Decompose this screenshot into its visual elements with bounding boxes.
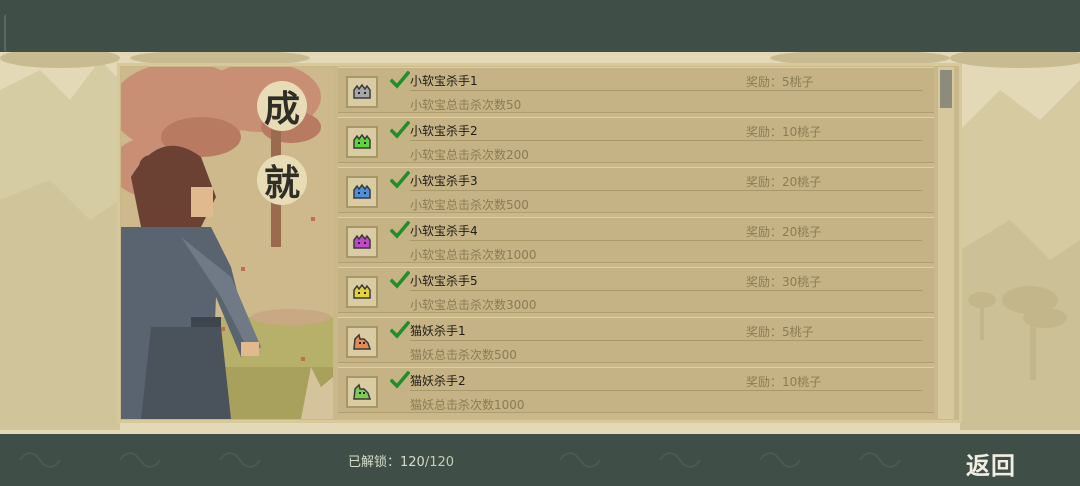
row-divider [410,240,922,241]
achievement-name: 猫妖杀手1 [410,324,466,338]
list-scrollbar[interactable] [938,67,954,419]
slime-yellow-icon [353,283,371,299]
top-bar [0,0,1080,52]
achievement-reward: 奖励：20桃子 [746,175,822,189]
achievement-description: 小软宝总击杀次数1000 [410,248,537,262]
checkmark-icon [390,171,410,189]
achievement-row[interactable]: 猫妖杀手2 奖励：10桃子 猫妖总击杀次数1000 [338,367,934,413]
achievement-description: 小软宝总击杀次数500 [410,198,529,212]
achievement-icon-frame [346,126,378,158]
row-divider [410,340,922,341]
achievement-row[interactable]: 小软宝杀手4 奖励：20桃子 小软宝总击杀次数1000 [338,217,934,263]
checkmark-icon [390,221,410,239]
back-button[interactable]: 返回 [966,446,1016,481]
achievement-icon-frame [346,326,378,358]
achievement-description: 猫妖总击杀次数1000 [410,398,525,412]
achievement-reward: 奖励：5桃子 [746,75,814,89]
achievement-row[interactable]: 小软宝杀手1 奖励：5桃子 小软宝总击杀次数50 [338,67,934,113]
bottom-bar [0,434,1080,486]
achievement-description: 小软宝总击杀次数3000 [410,298,537,312]
slime-green-icon [353,133,371,149]
achievement-row[interactable]: 小软宝杀手5 奖励：30桃子 小软宝总击杀次数3000 [338,267,934,313]
achievement-name: 小软宝杀手4 [410,224,478,238]
row-divider [410,290,922,291]
achievement-name: 小软宝杀手1 [410,74,478,88]
achievement-description: 小软宝总击杀次数200 [410,148,529,162]
slime-purple-icon [353,233,371,249]
unlock-total: 120 [429,455,455,470]
achievement-icon-frame [346,376,378,408]
achievement-icon-frame [346,276,378,308]
row-divider [410,190,922,191]
slime-gray-icon [353,83,371,99]
scrollbar-thumb[interactable] [940,70,952,108]
checkmark-icon [390,121,410,139]
cat-demon-green-icon [353,383,372,400]
checkmark-icon [390,71,410,89]
achievement-reward: 奖励：10桃子 [746,375,822,389]
row-divider [410,90,922,91]
checkmark-icon [390,321,410,339]
cat-demon-orange-icon [353,333,372,350]
achievement-name: 小软宝杀手5 [410,274,478,288]
achievement-name: 猫妖杀手2 [410,374,466,388]
top-bar-edge [4,14,10,52]
achievement-reward: 奖励：20桃子 [746,225,822,239]
checkmark-icon [390,371,410,389]
slime-blue-icon [353,183,371,199]
checkmark-icon [390,271,410,289]
achievement-list[interactable]: 小软宝杀手1 奖励：5桃子 小软宝总击杀次数50 小软宝杀手2 奖励：10桃子 … [338,67,934,419]
achievement-row[interactable]: 小软宝杀手2 奖励：10桃子 小软宝总击杀次数200 [338,117,934,163]
achievement-description: 猫妖总击杀次数500 [410,348,517,362]
unlock-label: 已解锁： [348,455,401,470]
achievement-reward: 奖励：10桃子 [746,125,822,139]
achievement-description: 小软宝总击杀次数50 [410,98,522,112]
achievement-row[interactable]: 小软宝杀手3 奖励：20桃子 小软宝总击杀次数500 [338,167,934,213]
achievement-name: 小软宝杀手2 [410,124,478,138]
unlock-count: 120 [400,455,425,470]
achievement-icon-frame [346,76,378,108]
achievement-reward: 奖励：5桃子 [746,325,814,339]
title-char-1: 成 [257,81,307,131]
achievement-name: 小软宝杀手3 [410,174,478,188]
achievement-icon-frame [346,176,378,208]
achievement-reward: 奖励：30桃子 [746,275,822,289]
row-divider [410,390,922,391]
title-char-2: 就 [257,155,307,205]
character-portrait: 成 就 [121,67,333,419]
achievement-icon-frame [346,226,378,258]
achievement-row[interactable]: 猫妖杀手1 奖励：5桃子 猫妖总击杀次数500 [338,317,934,363]
row-divider [410,140,922,141]
unlock-progress: 已解锁：120/120 [348,451,454,470]
